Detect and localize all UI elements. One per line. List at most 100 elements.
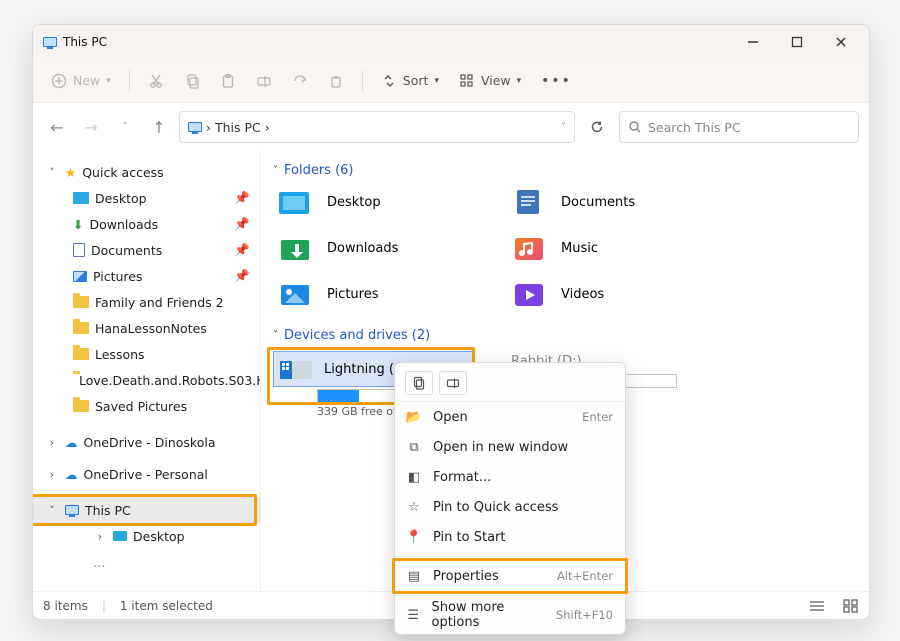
ctx-shortcut: Shift+F10 [556,608,613,622]
status-selected: 1 item selected [120,599,213,613]
breadcrumb-segment[interactable]: This PC [215,120,261,135]
sort-button[interactable]: Sort ▾ [373,65,447,97]
section-drives[interactable]: ˅Devices and drives (2) [273,328,855,343]
context-menu-sep [395,595,625,596]
desktop-icon [73,192,89,204]
sidebar-label: Love.Death.and.Robots.S03.H [79,373,261,388]
pin-icon: 📌 [234,190,250,206]
rename-button[interactable] [439,371,467,395]
sidebar-item-folder[interactable]: Lessons [33,341,260,367]
sidebar-item-folder[interactable]: Family and Friends 2 [33,289,260,315]
status-items: 8 items [43,599,88,613]
folder-pictures[interactable]: Pictures [277,278,477,310]
details-view-button[interactable] [809,599,825,613]
window-title: This PC [63,35,731,49]
document-icon [73,243,85,257]
ctx-pin-quick[interactable]: ☆Pin to Quick access [395,492,625,522]
ctx-more-options[interactable]: ☰Show more optionsShift+F10 [395,600,625,630]
star-outline-icon: ☆ [405,500,423,515]
copy-icon [412,376,426,390]
desktop-icon [113,531,127,541]
rename-icon [446,376,460,390]
sidebar-item-folder[interactable]: Love.Death.and.Robots.S03.H [33,367,260,393]
this-pc-icon [65,505,79,515]
chevron-right-icon: › [45,436,59,449]
sidebar-item-documents[interactable]: Documents 📌 [33,237,260,263]
sidebar-label: Desktop [133,529,185,544]
forward-button[interactable]: → [77,113,105,141]
sidebar-item-desktop[interactable]: ›Desktop [33,523,260,549]
sidebar-label: Pictures [93,269,143,284]
ctx-shortcut: Enter [582,410,613,424]
chevron-down-icon: ˅ [45,166,59,179]
paste-icon [220,73,236,89]
sidebar-this-pc[interactable]: ˅ This PC [33,497,260,523]
share-icon [292,73,308,89]
ctx-open-new-window[interactable]: ⧉Open in new window [395,432,625,462]
folder-downloads[interactable]: Downloads [277,232,477,264]
folder-icon [73,322,89,334]
search-input[interactable]: Search This PC [619,111,859,143]
tiles-view-button[interactable] [843,599,859,613]
picture-icon [73,271,87,282]
drive-icon [278,355,316,383]
folder-icon [73,400,89,412]
sidebar-quick-access[interactable]: ˅ ★ Quick access [33,159,260,185]
chevron-down-icon: ▾ [106,76,111,86]
sidebar-item-pictures[interactable]: Pictures 📌 [33,263,260,289]
folder-label: Downloads [327,241,398,256]
sidebar-item-desktop[interactable]: Desktop 📌 [33,185,260,211]
plus-circle-icon [51,73,67,89]
scissors-icon [148,73,164,89]
ctx-pin-start[interactable]: 📍Pin to Start [395,522,625,552]
chevron-down-icon: ▾ [434,76,439,86]
sidebar-item-folder[interactable]: Saved Pictures [33,393,260,419]
close-button[interactable] [819,26,863,58]
copy-button[interactable] [176,65,208,97]
section-folders[interactable]: ˅Folders (6) [273,163,855,178]
share-button[interactable] [284,65,316,97]
ctx-label: Open in new window [433,440,568,455]
ctx-label: Open [433,410,468,425]
folder-documents[interactable]: Documents [511,186,711,218]
minimize-button[interactable] [731,26,775,58]
folder-label: Pictures [327,287,378,302]
delete-button[interactable] [320,65,352,97]
pin-icon: 📌 [234,268,250,284]
folder-music[interactable]: Music [511,232,711,264]
copy-icon [184,73,200,89]
context-menu: 📂 Open Enter ⧉Open in new window ◧Format..… [394,362,626,635]
sidebar-onedrive-1[interactable]: ›☁OneDrive - Dinoskola [33,429,260,455]
view-button[interactable]: View ▾ [451,65,529,97]
back-button[interactable]: ← [43,113,71,141]
sidebar-item-more[interactable]: … [33,549,260,575]
paste-button[interactable] [212,65,244,97]
chevron-down-icon[interactable]: ˅ [561,122,566,133]
sidebar-label: Quick access [82,165,163,180]
maximize-button[interactable] [775,26,819,58]
ctx-format[interactable]: ◧Format... [395,462,625,492]
download-icon: ⬇ [73,217,83,232]
folder-videos[interactable]: Videos [511,278,711,310]
new-label: New [73,73,100,88]
address-bar[interactable]: › This PC › ˅ [179,111,575,143]
folder-label: Desktop [327,195,381,210]
ellipsis-icon: ••• [541,73,572,89]
folder-desktop[interactable]: Desktop [277,186,477,218]
up-button[interactable]: ↑ [145,113,173,141]
ctx-properties[interactable]: ▤ Properties Alt+Enter [395,561,625,591]
more-button[interactable]: ••• [533,65,580,97]
rename-button[interactable] [248,65,280,97]
sidebar-item-downloads[interactable]: ⬇ Downloads 📌 [33,211,260,237]
folder-open-icon: 📂 [405,410,423,425]
new-button[interactable]: New ▾ [43,65,119,97]
sidebar-label: OneDrive - Personal [84,467,208,482]
ctx-open[interactable]: 📂 Open Enter [395,402,625,432]
sidebar-item-folder[interactable]: HanaLessonNotes [33,315,260,341]
sidebar-onedrive-2[interactable]: ›☁OneDrive - Personal [33,461,260,487]
refresh-button[interactable] [581,119,613,135]
recent-button[interactable]: ˅ [111,113,139,141]
folder-label: Music [561,241,598,256]
copy-button[interactable] [405,371,433,395]
cut-button[interactable] [140,65,172,97]
